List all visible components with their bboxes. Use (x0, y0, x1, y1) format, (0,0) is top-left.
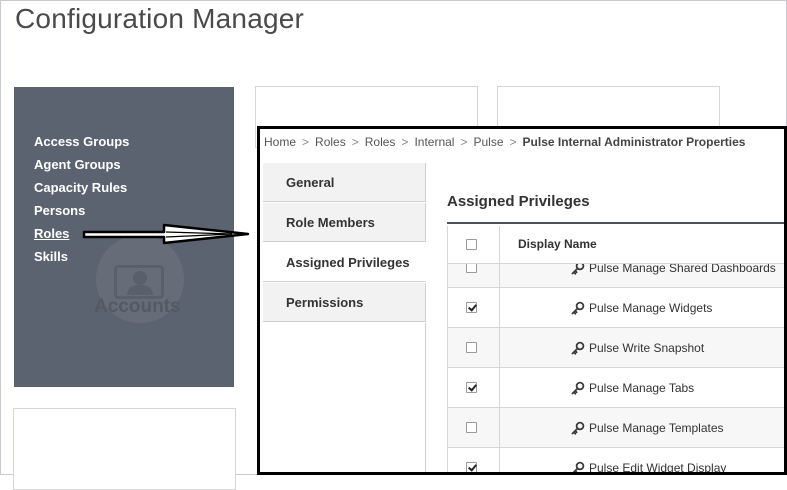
select-all-checkbox[interactable] (466, 239, 477, 250)
accounts-menu-link[interactable]: Persons (34, 199, 129, 222)
breadcrumb-link[interactable]: Internal (414, 135, 454, 149)
privilege-name-cell: Pulse Manage Widgets (571, 301, 712, 315)
breadcrumb-link[interactable]: Home (264, 135, 296, 149)
key-icon (571, 461, 585, 472)
breadcrumb: Home > Roles > Roles > Internal > Pulse > Pulse In… (264, 135, 745, 149)
privilege-checkbox[interactable] (466, 422, 477, 433)
key-icon (571, 301, 585, 315)
privilege-check-cell (448, 368, 500, 407)
privilege-name-cell: Pulse Edit Widget Display (571, 461, 726, 472)
privilege-row[interactable]: Pulse Write Snapshot (448, 328, 784, 368)
privilege-name: Pulse Manage Templates (589, 421, 724, 435)
privilege-name-cell: Pulse Manage Tabs (571, 381, 694, 395)
key-icon (571, 421, 585, 435)
grid-header: Display Name (448, 226, 784, 264)
privilege-name-cell: Pulse Manage Templates (571, 421, 724, 435)
privilege-name-cell: Pulse Write Snapshot (571, 341, 704, 355)
breadcrumb-separator: > (460, 135, 468, 149)
breadcrumb-link[interactable]: Roles (365, 135, 396, 149)
properties-tab[interactable]: General (263, 163, 426, 202)
breadcrumb-current: Pulse Internal Administrator Properties (522, 135, 746, 149)
privilege-name: Pulse Write Snapshot (589, 341, 705, 355)
breadcrumb-separator: > (302, 135, 310, 149)
privilege-name: Pulse Manage Widgets (589, 301, 713, 315)
breadcrumb-separator: > (509, 135, 517, 149)
privilege-check-cell (448, 328, 500, 367)
annotation-arrow-icon (82, 223, 250, 245)
properties-tab[interactable]: Assigned Privileges (263, 243, 426, 282)
header-check-cell (448, 226, 500, 263)
accounts-menu-link[interactable]: Capacity Rules (34, 176, 129, 199)
key-icon (571, 341, 585, 355)
privilege-checkbox[interactable] (466, 382, 477, 393)
privilege-check-cell (448, 408, 500, 447)
privilege-checkbox[interactable] (466, 462, 477, 472)
breadcrumb-separator: > (351, 135, 359, 149)
role-properties-window: Home > Roles > Roles > Internal > Pulse > Pulse In… (257, 126, 787, 475)
accounts-menu-link[interactable]: Access Groups (34, 130, 129, 153)
privilege-row[interactable]: Pulse Edit Widget Display (448, 448, 784, 472)
section-divider (447, 222, 784, 224)
column-header-display-name[interactable]: Display Name (518, 237, 597, 251)
assigned-privileges-panel: Assigned Privileges Pulse Manage Shared … (426, 163, 784, 472)
section-title: Assigned Privileges (447, 193, 590, 210)
accounts-card-label: Accounts (94, 296, 181, 317)
privilege-row[interactable]: Pulse Manage Widgets (448, 288, 784, 328)
properties-tab[interactable]: Permissions (263, 283, 426, 322)
privilege-row[interactable]: Pulse Manage Tabs (448, 368, 784, 408)
breadcrumb-separator: > (401, 135, 409, 149)
privilege-row[interactable]: Pulse Manage Templates (448, 408, 784, 448)
privileges-rows: Pulse Manage Shared Dashboards Pulse Mana… (448, 248, 784, 472)
privilege-check-cell (448, 288, 500, 327)
privilege-checkbox[interactable] (466, 342, 477, 353)
page-title: Configuration Manager (15, 3, 305, 34)
privilege-check-cell (448, 448, 500, 472)
properties-tab[interactable]: Role Members (263, 203, 426, 242)
breadcrumb-link[interactable]: Pulse (473, 135, 503, 149)
privilege-checkbox[interactable] (466, 302, 477, 313)
key-icon (571, 381, 585, 395)
tabs-filler (263, 323, 426, 472)
privileges-grid: Pulse Manage Shared Dashboards Pulse Mana… (447, 226, 784, 472)
breadcrumb-link[interactable]: Roles (315, 135, 346, 149)
privilege-name: Pulse Edit Widget Display (589, 461, 727, 472)
background-card (13, 408, 236, 490)
privilege-name: Pulse Manage Tabs (589, 381, 695, 395)
accounts-menu-link[interactable]: Agent Groups (34, 153, 129, 176)
